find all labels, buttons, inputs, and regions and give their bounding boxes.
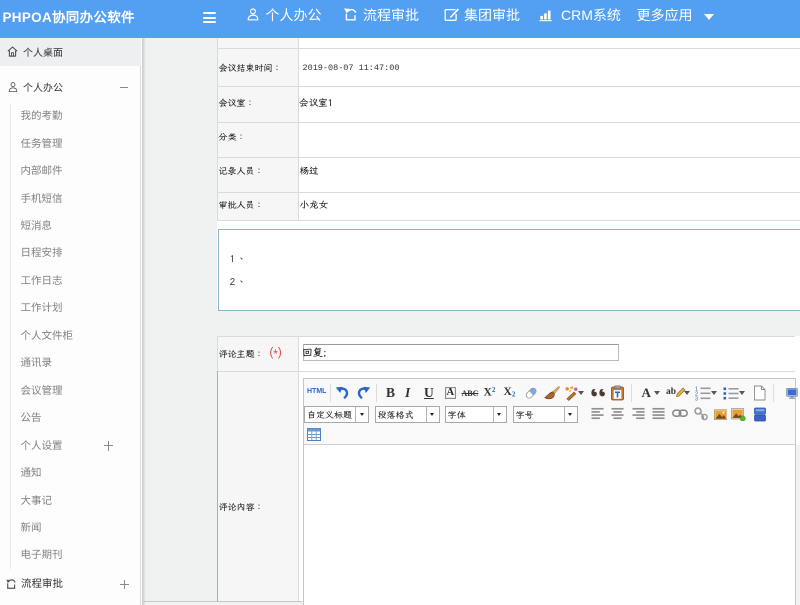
svg-text:3: 3 [695,397,698,402]
